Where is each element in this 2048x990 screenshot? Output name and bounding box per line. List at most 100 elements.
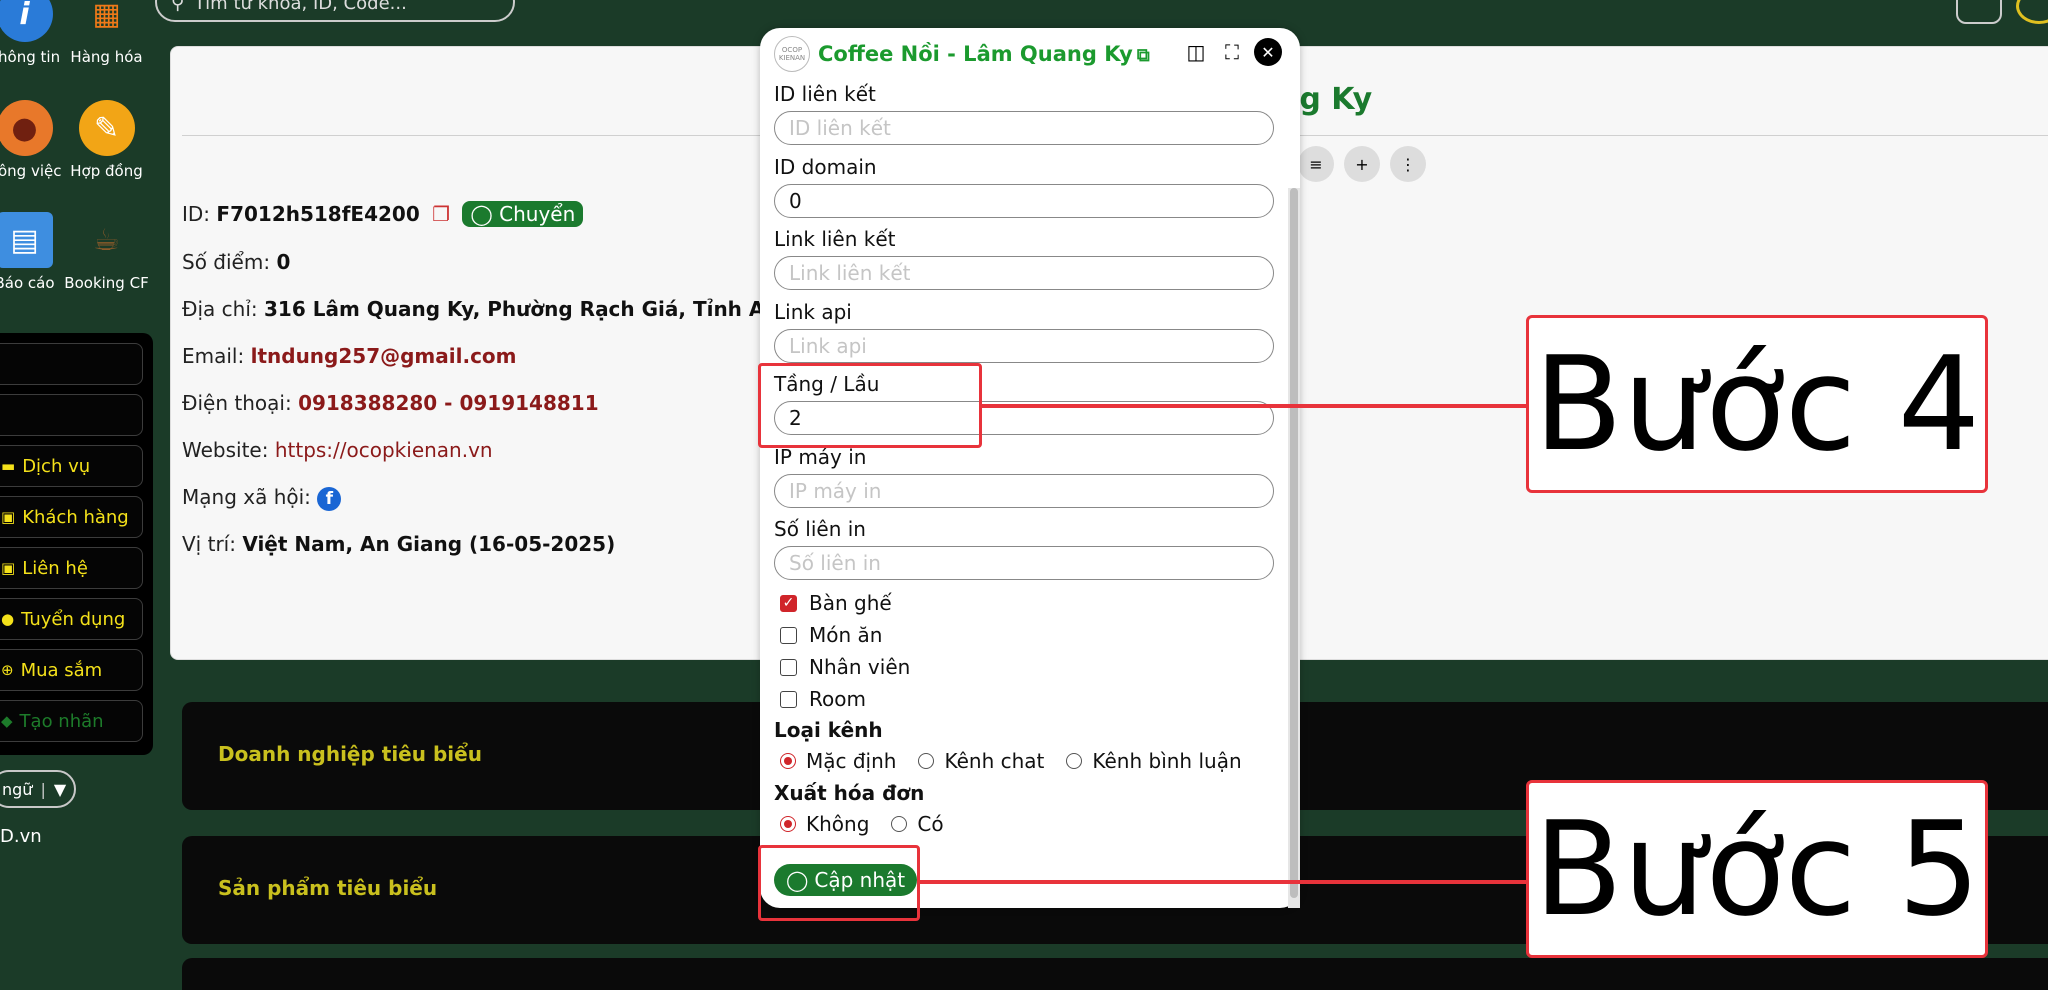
radio-khong[interactable]: Không	[780, 812, 869, 836]
app-label: Booking CF	[64, 274, 149, 292]
scrollbar-thumb[interactable]	[1290, 188, 1298, 898]
social-label: Mạng xã hội:	[182, 485, 311, 509]
radio-kenh-binh-luan[interactable]: Kênh bình luận	[1066, 749, 1242, 773]
contract-icon: ✎	[78, 100, 135, 156]
sidebar-item-label: Liên hệ	[22, 557, 88, 579]
radio-icon[interactable]	[891, 816, 908, 832]
id-label: ID:	[182, 202, 211, 226]
app-label: Báo cáo	[0, 274, 55, 292]
sidebar-item-khach-hang[interactable]: ▣ Khách hàng	[0, 496, 143, 538]
radio-selected-icon[interactable]	[780, 816, 796, 832]
more-icon[interactable]: ⋮	[1390, 146, 1426, 182]
info-social: Mạng xã hội: f	[182, 485, 342, 511]
app-cong-viec[interactable]: ● Công việc	[0, 100, 67, 180]
ip-may-in-input[interactable]: IP máy in	[774, 474, 1274, 508]
cart-icon[interactable]	[1956, 0, 2002, 24]
app-bao-cao[interactable]: ▤ Báo cáo	[0, 212, 67, 292]
info-website: Website: https://ocopkienan.vn	[182, 438, 493, 462]
worker-icon: ●	[0, 100, 53, 156]
checkbox-icon[interactable]	[780, 626, 797, 644]
checkbox-label: Nhân viên	[809, 655, 911, 679]
radio-icon[interactable]	[1066, 753, 1083, 769]
avatar[interactable]	[2016, 0, 2048, 24]
sidebar-item-dich-vu[interactable]: ▬ Dịch vụ	[0, 445, 143, 487]
info-location: Vị trí: Việt Nam, An Giang (16-05-2025)	[182, 532, 615, 556]
list-icon[interactable]: ≡	[1298, 146, 1334, 182]
id-card-icon: ▣	[1, 559, 16, 577]
app-hop-dong[interactable]: ✎ Hợp đồng	[64, 100, 149, 180]
app-thong-tin[interactable]: i Thông tin	[0, 0, 67, 66]
checkbox-icon[interactable]	[780, 658, 797, 676]
modal-title-text: Coffee Nồi - Lâm Quang Ky	[818, 42, 1133, 66]
radio-co[interactable]: Có	[891, 812, 944, 836]
modal-title[interactable]: Coffee Nồi - Lâm Quang Ky ⧉	[818, 42, 1150, 66]
radio-kenh-chat[interactable]: Kênh chat	[918, 749, 1044, 773]
facebook-icon[interactable]: f	[317, 486, 342, 511]
address-value: 316 Lâm Quang Ky, Phường Rạch Giá, Tỉnh …	[264, 297, 779, 321]
checkbox-ban-ghe[interactable]: ✓ Bàn ghế	[780, 591, 892, 615]
invoice-title: Xuất hóa đơn	[774, 781, 925, 805]
app-booking-cf[interactable]: ☕ Booking CF	[64, 212, 149, 293]
field-label: ID domain	[774, 155, 877, 179]
sidebar-item-mua-sam[interactable]: ⊕ Mua sắm	[0, 649, 143, 691]
points-value: 0	[276, 250, 291, 274]
language-select[interactable]: ngữ | ▼	[0, 770, 76, 808]
split-view-icon[interactable]: ◫	[1182, 38, 1210, 66]
close-icon[interactable]: ✕	[1254, 38, 1282, 66]
card-icon: ▬	[1, 457, 16, 475]
checkbox-icon[interactable]	[780, 690, 797, 708]
info-id: ID: F7012h518fE4200 ❐ ◯ Chuyển	[182, 201, 584, 227]
points-label: Số điểm:	[182, 250, 271, 274]
sidebar-empty-button-2[interactable]	[0, 394, 143, 436]
search-input[interactable]: ⚲ Tìm từ khóa, ID, Code...	[155, 0, 515, 22]
switch-button[interactable]: ◯ Chuyển	[462, 201, 584, 227]
id-value: F7012h518fE4200	[216, 202, 420, 226]
email-label: Email:	[182, 344, 245, 368]
radio-icon[interactable]	[918, 753, 935, 769]
step4-highlight	[758, 363, 982, 448]
sidebar-item-label: Khách hàng	[22, 506, 129, 528]
external-link-icon[interactable]: ⧉	[1137, 45, 1150, 66]
so-lien-in-input[interactable]: Số liên in	[774, 546, 1274, 580]
checkbox-room[interactable]: Room	[780, 687, 866, 711]
radio-label: Mặc định	[806, 749, 897, 773]
checkbox-mon-an[interactable]: Món ăn	[780, 623, 882, 647]
field-label: IP máy in	[774, 445, 867, 469]
channel-type-title: Loại kênh	[774, 718, 883, 742]
id-lien-ket-input[interactable]: ID liên kết	[774, 111, 1274, 145]
link-api-input[interactable]: Link api	[774, 329, 1274, 363]
sidebar-item-label: Tạo nhãn	[19, 710, 104, 732]
radio-selected-icon[interactable]	[780, 753, 796, 769]
phone-label: Điện thoại:	[182, 391, 292, 415]
settings-modal: OCOP KIENAN Coffee Nồi - Lâm Quang Ky ⧉ ◫…	[760, 28, 1300, 908]
copy-icon[interactable]: ❐	[432, 202, 450, 226]
user-icon: ●	[1, 610, 15, 628]
sidebar-item-tuyen-dung[interactable]: ● Tuyển dụng	[0, 598, 143, 640]
info-email: Email: ltndung257@gmail.com	[182, 344, 517, 368]
link-lien-ket-input[interactable]: Link liên kết	[774, 256, 1274, 290]
sidebar-item-lien-he[interactable]: ▣ Liên hệ	[0, 547, 143, 589]
tag-icon: ◆	[1, 712, 13, 730]
checkbox-nhan-vien[interactable]: Nhân viên	[780, 655, 910, 679]
sidebar-item-tao-nhan[interactable]: ◆ Tạo nhãn	[0, 700, 143, 742]
globe-icon: ⊕	[1, 661, 14, 679]
checkbox-label: Room	[809, 687, 866, 711]
website-link[interactable]: https://ocopkienan.vn	[275, 438, 493, 462]
sidebar-menu-panel: ▬ Dịch vụ ▣ Khách hàng ▣ Liên hệ ● Tuyển dụn…	[0, 333, 153, 755]
sidebar-empty-button-1[interactable]	[0, 343, 143, 385]
app-label: Thông tin	[0, 48, 61, 66]
id-domain-input[interactable]: 0	[774, 184, 1274, 218]
scrollbar[interactable]	[1288, 188, 1300, 908]
radio-mac-dinh[interactable]: Mặc định	[780, 749, 896, 773]
fullscreen-icon[interactable]: ⛶	[1218, 38, 1246, 66]
plus-icon[interactable]: +	[1344, 146, 1380, 182]
email-value[interactable]: ltndung257@gmail.com	[251, 344, 517, 368]
search-icon: ⚲	[171, 0, 185, 14]
phone-value[interactable]: 0918388280 - 0919148811	[298, 391, 599, 415]
checkbox-checked-icon[interactable]: ✓	[780, 594, 797, 612]
chevron-down-icon: ▼	[53, 779, 67, 799]
app-hang-hoa[interactable]: ▦ Hàng hóa	[64, 0, 149, 66]
search-placeholder: Tìm từ khóa, ID, Code...	[194, 0, 407, 14]
app-label: Hàng hóa	[70, 48, 143, 66]
address-label: Địa chỉ:	[182, 297, 258, 321]
